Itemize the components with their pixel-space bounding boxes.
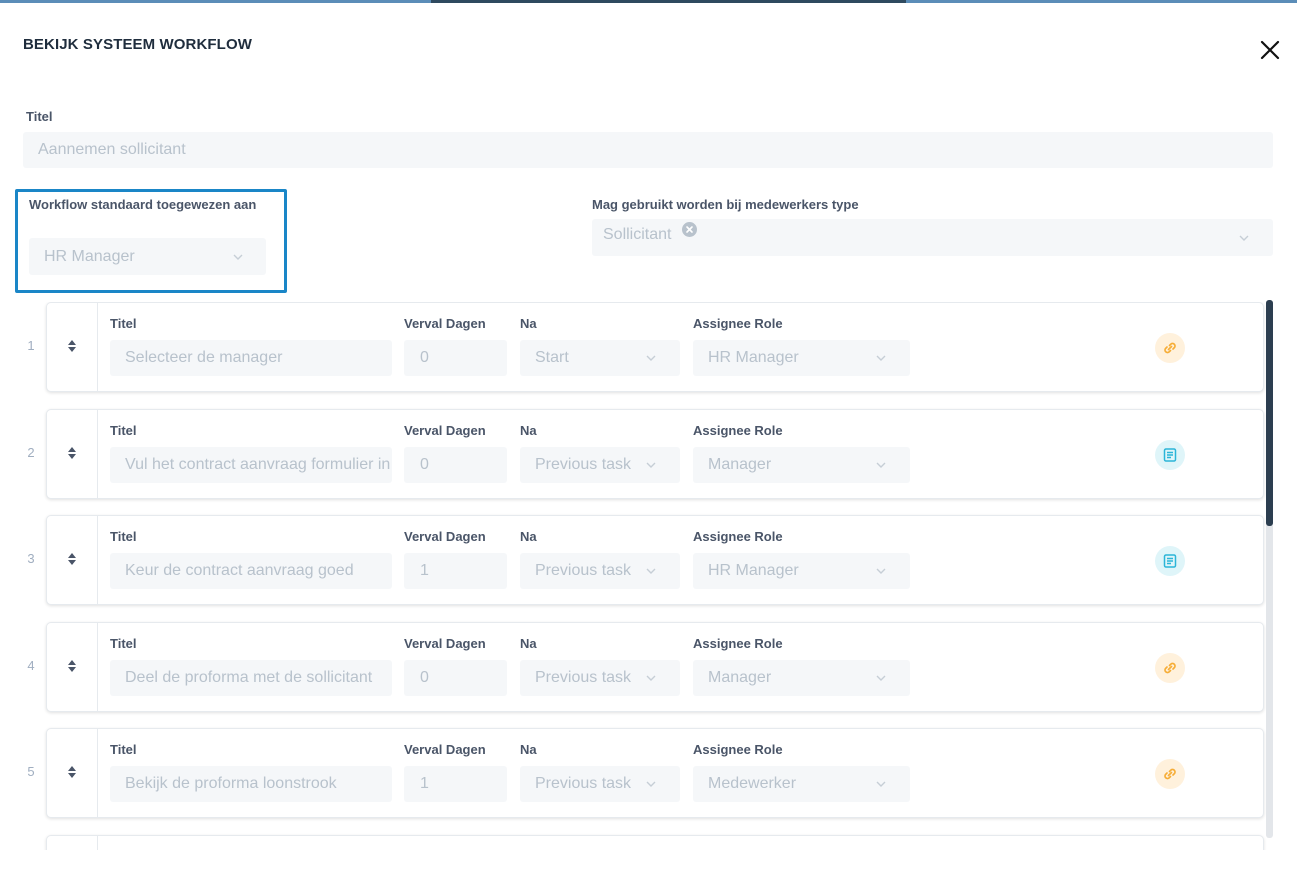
form-icon [1155,546,1185,576]
task-title-input[interactable]: Deel de proforma met de sollicitant [110,660,392,696]
employee-type-label: Mag gebruikt worden bij medewerkers type [592,197,859,212]
task-row: 1 Titel Verval Dagen Na Assignee Role Se… [0,302,1297,392]
task-number: 5 [27,764,35,779]
task-title-input[interactable]: Selecteer de manager [110,340,392,376]
task-days-input[interactable]: 1 [404,553,507,589]
task-days-input[interactable]: 0 [404,447,507,483]
scrollbar-thumb[interactable] [1266,300,1273,526]
task-days-label: Verval Dagen [404,316,486,331]
task-row: 5 Titel Verval Dagen Na Assignee Role Be… [0,728,1297,818]
drag-handle[interactable] [47,303,98,391]
task-days-label: Verval Dagen [404,742,486,757]
modal-title: BEKIJK SYSTEEM WORKFLOW [23,36,252,53]
chevron-down-icon [875,672,887,684]
task-days-label: Verval Dagen [404,423,486,438]
top-progress-bar [0,0,1297,3]
task-title-label: Titel [110,316,137,331]
chevron-down-icon [645,565,657,577]
task-after-label: Na [520,316,537,331]
chevron-down-icon [875,565,887,577]
title-input[interactable]: Aannemen sollicitant [23,132,1273,168]
task-assignee-label: Assignee Role [693,529,783,544]
task-card: Titel Verval Dagen Na Assignee Role Deel… [46,622,1264,712]
task-title-label: Titel [110,529,137,544]
remove-tag-icon[interactable] [682,222,697,237]
task-after-label: Na [520,636,537,651]
task-row: 2 Titel Verval Dagen Na Assignee Role Vu… [0,409,1297,499]
task-title-label: Titel [110,742,137,757]
task-row: 3 Titel Verval Dagen Na Assignee Role Ke… [0,515,1297,605]
task-after-label: Na [520,742,537,757]
sort-icon [66,764,78,780]
chevron-down-icon [645,672,657,684]
sort-icon [66,551,78,567]
close-icon[interactable] [1257,37,1283,63]
drag-handle[interactable] [47,729,98,817]
task-days-input[interactable]: 0 [404,660,507,696]
chevron-down-icon [1238,232,1250,244]
task-assignee-label: Assignee Role [693,636,783,651]
drag-handle[interactable] [47,836,98,850]
task-card: Titel Verval Dagen Na Assignee Role Sele… [46,302,1264,392]
chevron-down-icon [645,459,657,471]
task-title-input[interactable]: Keur de contract aanvraag goed [110,553,392,589]
scrollbar[interactable] [1266,300,1273,838]
drag-handle[interactable] [47,516,98,604]
task-after-label: Na [520,529,537,544]
task-row: 4 Titel Verval Dagen Na Assignee Role De… [0,622,1297,712]
top-progress-segment [431,0,906,3]
sort-icon [66,445,78,461]
sort-icon [66,338,78,354]
chevron-down-icon [875,352,887,364]
sort-icon [66,658,78,674]
task-after-label: Na [520,423,537,438]
task-days-label: Verval Dagen [404,529,486,544]
form-icon [1155,440,1185,470]
title-label: Titel [26,109,53,124]
task-number: 3 [27,551,35,566]
chevron-down-icon [875,459,887,471]
assigned-label: Workflow standaard toegewezen aan [29,197,257,212]
task-card: Titel Verval Dagen Na Assignee Role Beki… [46,728,1264,818]
task-number: 2 [27,445,35,460]
task-title-label: Titel [110,636,137,651]
link-icon [1155,759,1185,789]
assigned-select-value: HR Manager [44,247,135,265]
task-assignee-label: Assignee Role [693,423,783,438]
chevron-down-icon [645,778,657,790]
task-title-input[interactable]: Bekijk de proforma loonstrook [110,766,392,802]
chevron-down-icon [875,778,887,790]
task-number: 1 [27,338,35,353]
task-number: 4 [27,658,35,673]
task-list: 1 Titel Verval Dagen Na Assignee Role Se… [0,302,1297,850]
chevron-down-icon [232,251,244,263]
task-assignee-label: Assignee Role [693,316,783,331]
task-days-label: Verval Dagen [404,636,486,651]
link-icon [1155,653,1185,683]
drag-handle[interactable] [47,410,98,498]
task-days-input[interactable]: 1 [404,766,507,802]
task-days-input[interactable]: 0 [404,340,507,376]
link-icon [1155,333,1185,363]
assigned-select[interactable]: HR Manager [29,238,266,275]
task-assignee-label: Assignee Role [693,742,783,757]
task-title-input[interactable]: Vul het contract aanvraag formulier in [110,447,392,483]
chevron-down-icon [645,352,657,364]
task-card-partial [46,835,1264,850]
task-card: Titel Verval Dagen Na Assignee Role Keur… [46,515,1264,605]
task-card: Titel Verval Dagen Na Assignee Role Vul … [46,409,1264,499]
employee-type-tag: Sollicitant [603,226,672,243]
drag-handle[interactable] [47,623,98,711]
task-title-label: Titel [110,423,137,438]
